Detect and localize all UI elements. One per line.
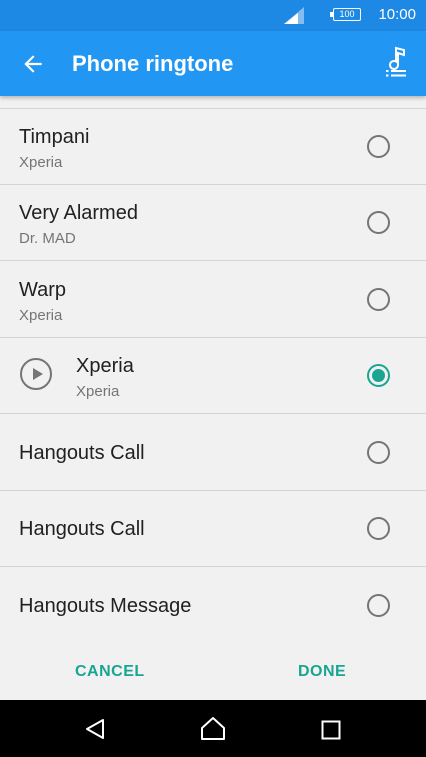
radio-button[interactable] [367,517,390,540]
home-nav-icon[interactable] [200,716,226,741]
list-item-very-alarmed[interactable]: Very Alarmed Dr. MAD [0,185,426,261]
radio-button[interactable] [367,211,390,234]
ringtone-subtitle: Dr. MAD [19,230,76,247]
dialog-actions: CANCEL DONE [0,640,426,700]
back-nav-icon[interactable] [84,718,106,740]
back-arrow-icon[interactable] [20,51,46,77]
list-item-warp[interactable]: Warp Xperia [0,262,426,338]
ringtone-title: Hangouts Message [19,595,192,617]
done-button[interactable]: DONE [298,663,346,681]
ringtone-subtitle: Xperia [76,383,120,400]
list-item-xperia[interactable]: Xperia Xperia [0,338,426,414]
status-bar: 100 10:00 [0,0,426,31]
battery-icon: 100 [330,8,361,21]
ringtone-title: Warp [19,279,67,301]
signal-icon [284,7,304,24]
ringtone-title: Hangouts Call [19,518,145,540]
radio-button[interactable] [367,288,390,311]
navigation-bar [0,700,426,757]
app-bar: Phone ringtone [0,31,426,96]
play-icon[interactable] [20,358,52,390]
battery-level: 100 [339,9,355,19]
ringtone-title: Hangouts Call [19,442,145,464]
radio-button[interactable] [367,441,390,464]
ringtone-list[interactable]: Timpani Xperia Very Alarmed Dr. MAD Warp… [0,96,426,640]
list-item-hangouts-message[interactable]: Hangouts Message [0,568,426,640]
ringtone-title: Timpani [19,126,90,148]
list-item-timpani[interactable]: Timpani Xperia [0,109,426,185]
list-item-hangouts-call[interactable]: Hangouts Call [0,415,426,491]
radio-button-selected[interactable] [367,364,390,387]
cancel-button[interactable]: CANCEL [75,663,145,681]
status-time: 10:00 [378,6,416,23]
radio-button[interactable] [367,135,390,158]
ringtone-subtitle: Xperia [19,307,63,324]
list-item-hangouts-call-2[interactable]: Hangouts Call [0,491,426,567]
page-title: Phone ringtone [72,51,234,76]
music-library-icon[interactable] [384,46,408,78]
radio-button[interactable] [367,594,390,617]
recents-nav-icon[interactable] [321,720,341,740]
ringtone-title: Very Alarmed [19,202,138,224]
ringtone-title: Xperia [76,355,134,377]
ringtone-subtitle: Xperia [19,154,63,171]
